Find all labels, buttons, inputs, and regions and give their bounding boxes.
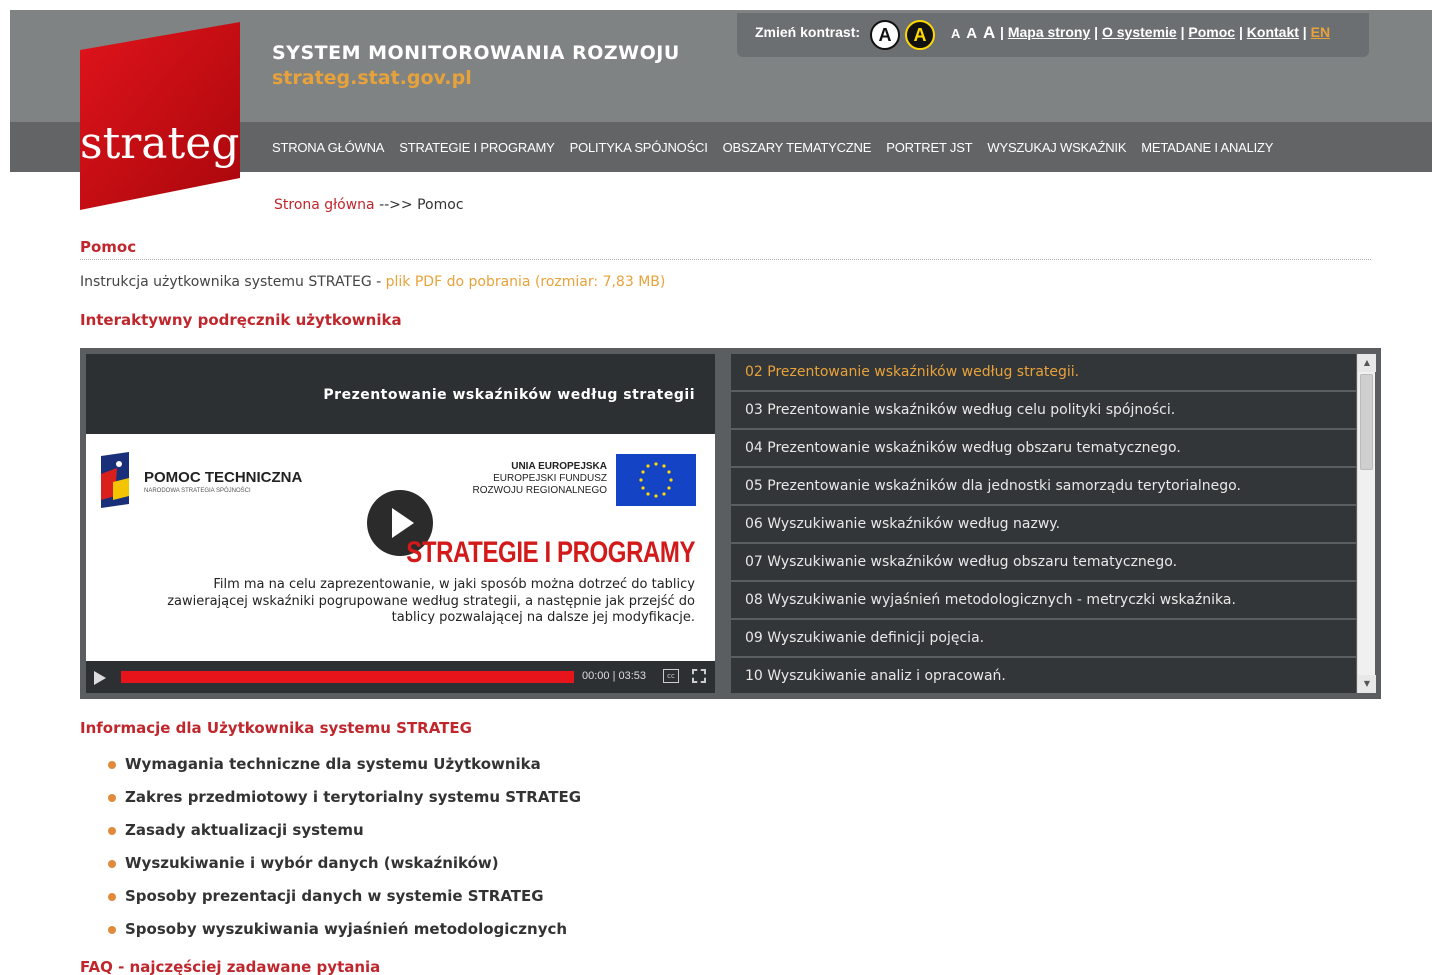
video-progress-bar[interactable] bbox=[121, 671, 574, 683]
manual-line: Instrukcja użytkownika systemu STRATEG -… bbox=[80, 274, 665, 290]
site-url: strateg.stat.gov.pl bbox=[272, 67, 472, 89]
eu-fund-label: UNIA EUROPEJSKA EUROPEJSKI FUNDUSZ ROZWO… bbox=[447, 461, 607, 497]
playlist-scrollbar[interactable]: ▲ ▼ bbox=[1357, 354, 1376, 693]
eu-flag-icon bbox=[616, 454, 696, 506]
scroll-down-icon[interactable]: ▼ bbox=[1358, 675, 1376, 693]
video-title: Prezentowanie wskaźników według strategi… bbox=[323, 387, 695, 403]
playlist-item[interactable]: 08 Wyszukiwanie wyjaśnień metodologiczny… bbox=[731, 582, 1356, 620]
link-language-en[interactable]: EN bbox=[1311, 24, 1330, 40]
info-link-scope[interactable]: Zakres przedmiotowy i terytorialny syste… bbox=[108, 788, 581, 821]
info-heading: Informacje dla Użytkownika systemu STRAT… bbox=[80, 719, 472, 737]
playlist-item[interactable]: 07 Wyszukiwanie wskaźników według obszar… bbox=[731, 544, 1356, 582]
video-controls: 00:00 | 03:53 cc bbox=[86, 661, 715, 693]
nav-item-portrait-jst[interactable]: PORTRET JST bbox=[886, 140, 972, 155]
contrast-normal-button[interactable]: A bbox=[870, 20, 900, 50]
playlist-item[interactable]: 06 Wyszukiwanie wskaźników według nazwy. bbox=[731, 506, 1356, 544]
fullscreen-icon[interactable] bbox=[692, 669, 706, 683]
nav-item-cohesion-policy[interactable]: POLITYKA SPÓJNOŚCI bbox=[570, 140, 708, 155]
playlist-item[interactable]: 03 Prezentowanie wskaźników według celu … bbox=[731, 392, 1356, 430]
scroll-up-icon[interactable]: ▲ bbox=[1358, 354, 1376, 372]
video-title-bar: Prezentowanie wskaźników według strategi… bbox=[86, 354, 715, 434]
manual-pdf-link[interactable]: plik PDF do pobrania (rozmiar: 7,83 MB) bbox=[386, 274, 666, 290]
link-about-system[interactable]: O systemie bbox=[1102, 24, 1177, 40]
nav-item-search-indicator[interactable]: WYSZUKAJ WSKAŹNIK bbox=[987, 140, 1126, 155]
breadcrumb-current: Pomoc bbox=[417, 197, 464, 213]
video-playlist: 02 Prezentowanie wskaźników według strat… bbox=[731, 354, 1356, 693]
captions-icon[interactable]: cc bbox=[663, 669, 679, 683]
breadcrumb-home-link[interactable]: Strona główna bbox=[274, 197, 375, 213]
pomoc-techniczna-subtitle: NARODOWA STRATEGIA SPÓJNOŚCI bbox=[144, 488, 251, 494]
scrollbar-thumb[interactable] bbox=[1360, 374, 1373, 470]
video-description: Film ma na celu zaprezentowanie, w jaki … bbox=[167, 577, 695, 625]
link-contact[interactable]: Kontakt bbox=[1247, 24, 1299, 40]
info-link-presentation[interactable]: Sposoby prezentacji danych w systemie ST… bbox=[108, 887, 581, 920]
eu-label-line2: EUROPEJSKI FUNDUSZ bbox=[493, 473, 607, 484]
contrast-high-button[interactable]: A bbox=[905, 20, 935, 50]
page-title: Pomoc bbox=[80, 238, 137, 256]
video-headline: STRATEGIE I PROGRAMY bbox=[406, 536, 695, 569]
playlist-item[interactable]: 04 Prezentowanie wskaźników według obsza… bbox=[731, 430, 1356, 468]
font-size-controls: A A A bbox=[951, 23, 997, 43]
breadcrumb-separator: -->> bbox=[379, 197, 413, 213]
nav-item-metadata[interactable]: METADANE I ANALIZY bbox=[1141, 140, 1273, 155]
main-nav: STRONA GŁÓWNA STRATEGIE I PROGRAMY POLIT… bbox=[272, 140, 1288, 155]
site-title: SYSTEM MONITOROWANIA ROZWOJU bbox=[272, 42, 680, 64]
strateg-logo-text[interactable]: strateg bbox=[80, 118, 239, 169]
contrast-label: Zmień kontrast: bbox=[755, 24, 861, 40]
info-link-methodology[interactable]: Sposoby wyszukiwania wyjaśnień metodolog… bbox=[108, 920, 581, 953]
utility-links: | Mapa strony | O systemie | Pomoc | Kon… bbox=[1000, 24, 1331, 40]
eu-label-line1: UNIA EUROPEJSKA bbox=[511, 461, 607, 472]
nav-item-home[interactable]: STRONA GŁÓWNA bbox=[272, 140, 384, 155]
font-size-medium[interactable]: A bbox=[966, 25, 977, 42]
playlist-item[interactable]: 09 Wyszukiwanie definicji pojęcia. bbox=[731, 620, 1356, 658]
faq-heading: FAQ - najczęściej zadawane pytania bbox=[80, 958, 381, 975]
nav-item-strategies[interactable]: STRATEGIE I PROGRAMY bbox=[399, 140, 555, 155]
info-link-update-rules[interactable]: Zasady aktualizacji systemu bbox=[108, 821, 581, 854]
playlist-item[interactable]: 02 Prezentowanie wskaźników według strat… bbox=[731, 354, 1356, 392]
info-list: Wymagania techniczne dla systemu Użytkow… bbox=[108, 755, 581, 953]
pomoc-techniczna-logo bbox=[101, 452, 129, 508]
info-link-tech-requirements[interactable]: Wymagania techniczne dla systemu Użytkow… bbox=[108, 755, 581, 788]
eu-label-line3: ROZWOJU REGIONALNEGO bbox=[472, 485, 607, 496]
pomoc-techniczna-title: POMOC TECHNICZNA bbox=[144, 469, 303, 486]
font-size-large[interactable]: A bbox=[983, 23, 995, 42]
strateg-logo-shape[interactable] bbox=[80, 22, 240, 210]
breadcrumb: Strona główna -->> Pomoc bbox=[274, 197, 464, 213]
font-size-small[interactable]: A bbox=[951, 26, 960, 41]
interactive-manual-heading: Interaktywny podręcznik użytkownika bbox=[80, 311, 402, 329]
heading-divider bbox=[80, 259, 1371, 260]
utility-bar: Zmień kontrast: A A A A A | Mapa strony … bbox=[737, 13, 1369, 57]
video-screen[interactable]: Prezentowanie wskaźników według strategi… bbox=[86, 354, 715, 693]
nav-item-thematic-areas[interactable]: OBSZARY TEMATYCZNE bbox=[723, 140, 872, 155]
play-icon[interactable] bbox=[94, 671, 106, 685]
playlist-item[interactable]: 05 Prezentowanie wskaźników dla jednostk… bbox=[731, 468, 1356, 506]
link-site-map[interactable]: Mapa strony bbox=[1008, 24, 1090, 40]
link-help[interactable]: Pomoc bbox=[1188, 24, 1235, 40]
playlist-item[interactable]: 10 Wyszukiwanie analiz i opracowań. bbox=[731, 658, 1356, 693]
video-time: 00:00 | 03:53 bbox=[582, 670, 647, 682]
info-link-data-search[interactable]: Wyszukiwanie i wybór danych (wskaźników) bbox=[108, 854, 581, 887]
manual-text: Instrukcja użytkownika systemu STRATEG - bbox=[80, 274, 386, 290]
